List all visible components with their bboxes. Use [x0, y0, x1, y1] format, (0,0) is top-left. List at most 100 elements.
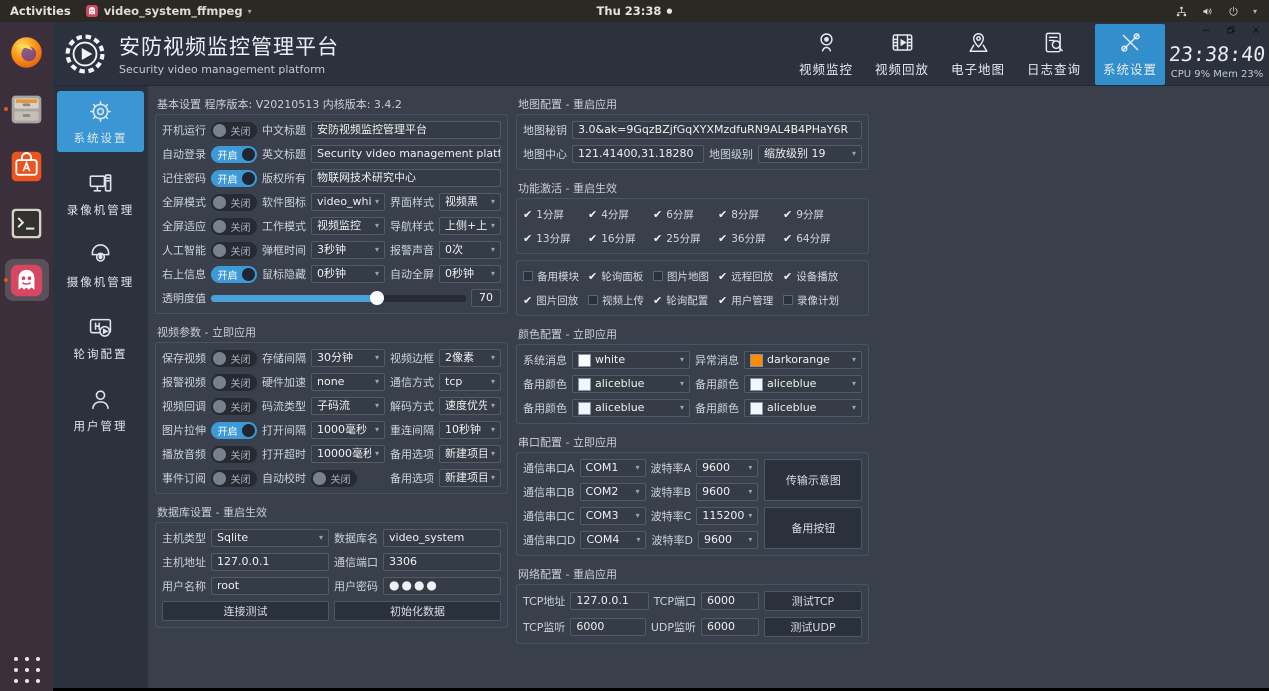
serial-d-select[interactable]: COM4▾	[580, 531, 646, 549]
show-applications-button[interactable]	[14, 657, 40, 683]
app-menu-button[interactable]: video_system_ffmpeg ▾	[85, 4, 252, 18]
app-icon-select[interactable]: video_white▾	[311, 193, 385, 211]
spare-color-select2[interactable]: aliceblue▾	[744, 375, 862, 393]
popup-time-select[interactable]: 3秒钟▾	[311, 241, 385, 259]
db-port-input[interactable]: 3306	[383, 553, 501, 571]
serial-b-select[interactable]: COM2▾	[580, 483, 646, 501]
baud-a-select[interactable]: 9600▾	[696, 459, 758, 477]
db-password-input[interactable]: ●●●●	[383, 577, 501, 595]
sidebar-item-poll[interactable]: 轮询配置	[57, 307, 144, 368]
activities-button[interactable]: Activities	[10, 4, 71, 18]
image-stretch-toggle[interactable]: 开启	[211, 422, 257, 439]
work-mode-select[interactable]: 视频监控▾	[311, 217, 385, 235]
decode-mode-select[interactable]: 速度优先▾	[439, 397, 501, 415]
tcp-port-input[interactable]: 6000	[701, 592, 759, 610]
map-center-input[interactable]: 121.41400,31.18280	[572, 145, 704, 163]
serial-c-select[interactable]: COM3▾	[580, 507, 646, 525]
nav-tools[interactable]: 系统设置	[1095, 24, 1165, 85]
baud-d-select[interactable]: 9600▾	[698, 531, 758, 549]
map-key-input[interactable]: 3.0&ak=9GqzBZjfGqXYXMzdfuRN9AL4B4PHaY6R	[572, 121, 862, 139]
checkbox-checked[interactable]: ✔9分屏	[783, 207, 843, 222]
save-video-toggle[interactable]: 关闭	[211, 350, 257, 367]
spare-color-select4[interactable]: aliceblue▾	[744, 399, 862, 417]
volume-icon[interactable]	[1201, 5, 1214, 18]
db-type-select[interactable]: Sqlite▾	[211, 529, 329, 547]
copyright-input[interactable]: 物联网技术研究中心	[311, 169, 501, 187]
power-icon[interactable]	[1227, 5, 1240, 18]
storage-interval-select[interactable]: 30分钟▾	[311, 349, 385, 367]
db-name-input[interactable]: video_system	[383, 529, 501, 547]
spare-option-select[interactable]: 新建项目▾	[439, 445, 501, 463]
dock-item-ubuntu-software[interactable]	[5, 145, 49, 187]
checkbox-unchecked[interactable]: 备用模块	[523, 269, 583, 284]
sidebar-item-gear[interactable]: 系统设置	[57, 91, 144, 152]
minimize-button[interactable]	[1201, 25, 1211, 35]
checkbox-checked[interactable]: ✔25分屏	[653, 231, 713, 246]
system-msg-color-select[interactable]: white▾	[572, 351, 690, 369]
auto-fullscreen-select[interactable]: 0秒钟▾	[439, 265, 501, 283]
ui-style-select[interactable]: 视频黑▾	[439, 193, 501, 211]
ai-toggle[interactable]: 关闭	[211, 242, 257, 259]
close-button[interactable]	[1251, 25, 1261, 35]
checkbox-checked[interactable]: ✔8分屏	[718, 207, 778, 222]
test-tcp-button[interactable]: 测试TCP	[764, 591, 862, 611]
checkbox-checked[interactable]: ✔16分屏	[588, 231, 648, 246]
stream-type-select[interactable]: 子码流▾	[311, 397, 385, 415]
checkbox-checked[interactable]: ✔远程回放	[718, 269, 778, 284]
checkbox-checked[interactable]: ✔图片回放	[523, 293, 583, 308]
init-data-button[interactable]: 初始化数据	[334, 601, 501, 621]
boot-run-toggle[interactable]: 关闭	[211, 122, 257, 139]
nav-style-select[interactable]: 上侧+上侧▾	[439, 217, 501, 235]
mouse-hide-select[interactable]: 0秒钟▾	[311, 265, 385, 283]
event-subscribe-toggle[interactable]: 关闭	[211, 470, 257, 487]
alarm-video-toggle[interactable]: 关闭	[211, 374, 257, 391]
topright-info-toggle[interactable]: 开启	[211, 266, 257, 283]
opacity-slider[interactable]	[211, 290, 466, 306]
system-tray[interactable]: ▾	[1175, 5, 1269, 18]
error-msg-color-select[interactable]: darkorange▾	[744, 351, 862, 369]
checkbox-checked[interactable]: ✔轮询配置	[653, 293, 713, 308]
sidebar-item-camera[interactable]: 摄像机管理	[57, 235, 144, 296]
checkbox-checked[interactable]: ✔设备播放	[783, 269, 843, 284]
checkbox-unchecked[interactable]: 图片地图	[653, 269, 713, 284]
nav-log[interactable]: 日志查询	[1019, 24, 1089, 85]
dock-item-video-app[interactable]	[5, 259, 49, 301]
nav-map[interactable]: 电子地图	[943, 24, 1013, 85]
checkbox-checked[interactable]: ✔轮询面板	[588, 269, 648, 284]
checkbox-checked[interactable]: ✔36分屏	[718, 231, 778, 246]
test-udp-button[interactable]: 测试UDP	[764, 617, 862, 637]
serial-a-select[interactable]: COM1▾	[580, 459, 646, 477]
checkbox-checked[interactable]: ✔6分屏	[653, 207, 713, 222]
db-user-input[interactable]: root	[211, 577, 329, 595]
restore-button[interactable]	[1226, 25, 1236, 35]
open-timeout-select[interactable]: 10000毫秒▾	[311, 445, 385, 463]
dock-item-terminal[interactable]	[5, 202, 49, 244]
checkbox-checked[interactable]: ✔13分屏	[523, 231, 583, 246]
cn-title-input[interactable]: 安防视频监控管理平台	[311, 121, 501, 139]
checkbox-checked[interactable]: ✔用户管理	[718, 293, 778, 308]
test-connection-button[interactable]: 连接测试	[162, 601, 329, 621]
tcp-address-input[interactable]: 127.0.0.1	[570, 592, 648, 610]
fullscreen-mode-toggle[interactable]: 关闭	[211, 194, 257, 211]
alarm-sound-select[interactable]: 0次▾	[439, 241, 501, 259]
open-interval-select[interactable]: 1000毫秒▾	[311, 421, 385, 439]
en-title-input[interactable]: Security video management platform	[311, 145, 501, 163]
network-icon[interactable]	[1175, 5, 1188, 18]
comm-mode-select[interactable]: tcp▾	[439, 373, 501, 391]
spare-button[interactable]: 备用按钮	[764, 507, 862, 549]
video-border-select[interactable]: 2像素▾	[439, 349, 501, 367]
video-callback-toggle[interactable]: 关闭	[211, 398, 257, 415]
db-host-input[interactable]: 127.0.0.1	[211, 553, 329, 571]
slider-thumb[interactable]	[370, 291, 384, 305]
checkbox-unchecked[interactable]: 录像计划	[783, 293, 843, 308]
auto-time-sync-toggle[interactable]: 关闭	[311, 470, 357, 487]
baud-c-select[interactable]: 115200▾	[696, 507, 758, 525]
nav-webcam[interactable]: 视频监控	[791, 24, 861, 85]
spare-option-select2[interactable]: 新建项目▾	[439, 469, 501, 487]
transfer-diagram-button[interactable]: 传输示意图	[764, 459, 862, 501]
remember-password-toggle[interactable]: 开启	[211, 170, 257, 187]
checkbox-checked[interactable]: ✔64分屏	[783, 231, 843, 246]
udp-listen-input[interactable]: 6000	[701, 618, 759, 636]
tcp-listen-input[interactable]: 6000	[570, 618, 645, 636]
nav-playback[interactable]: 视频回放	[867, 24, 937, 85]
